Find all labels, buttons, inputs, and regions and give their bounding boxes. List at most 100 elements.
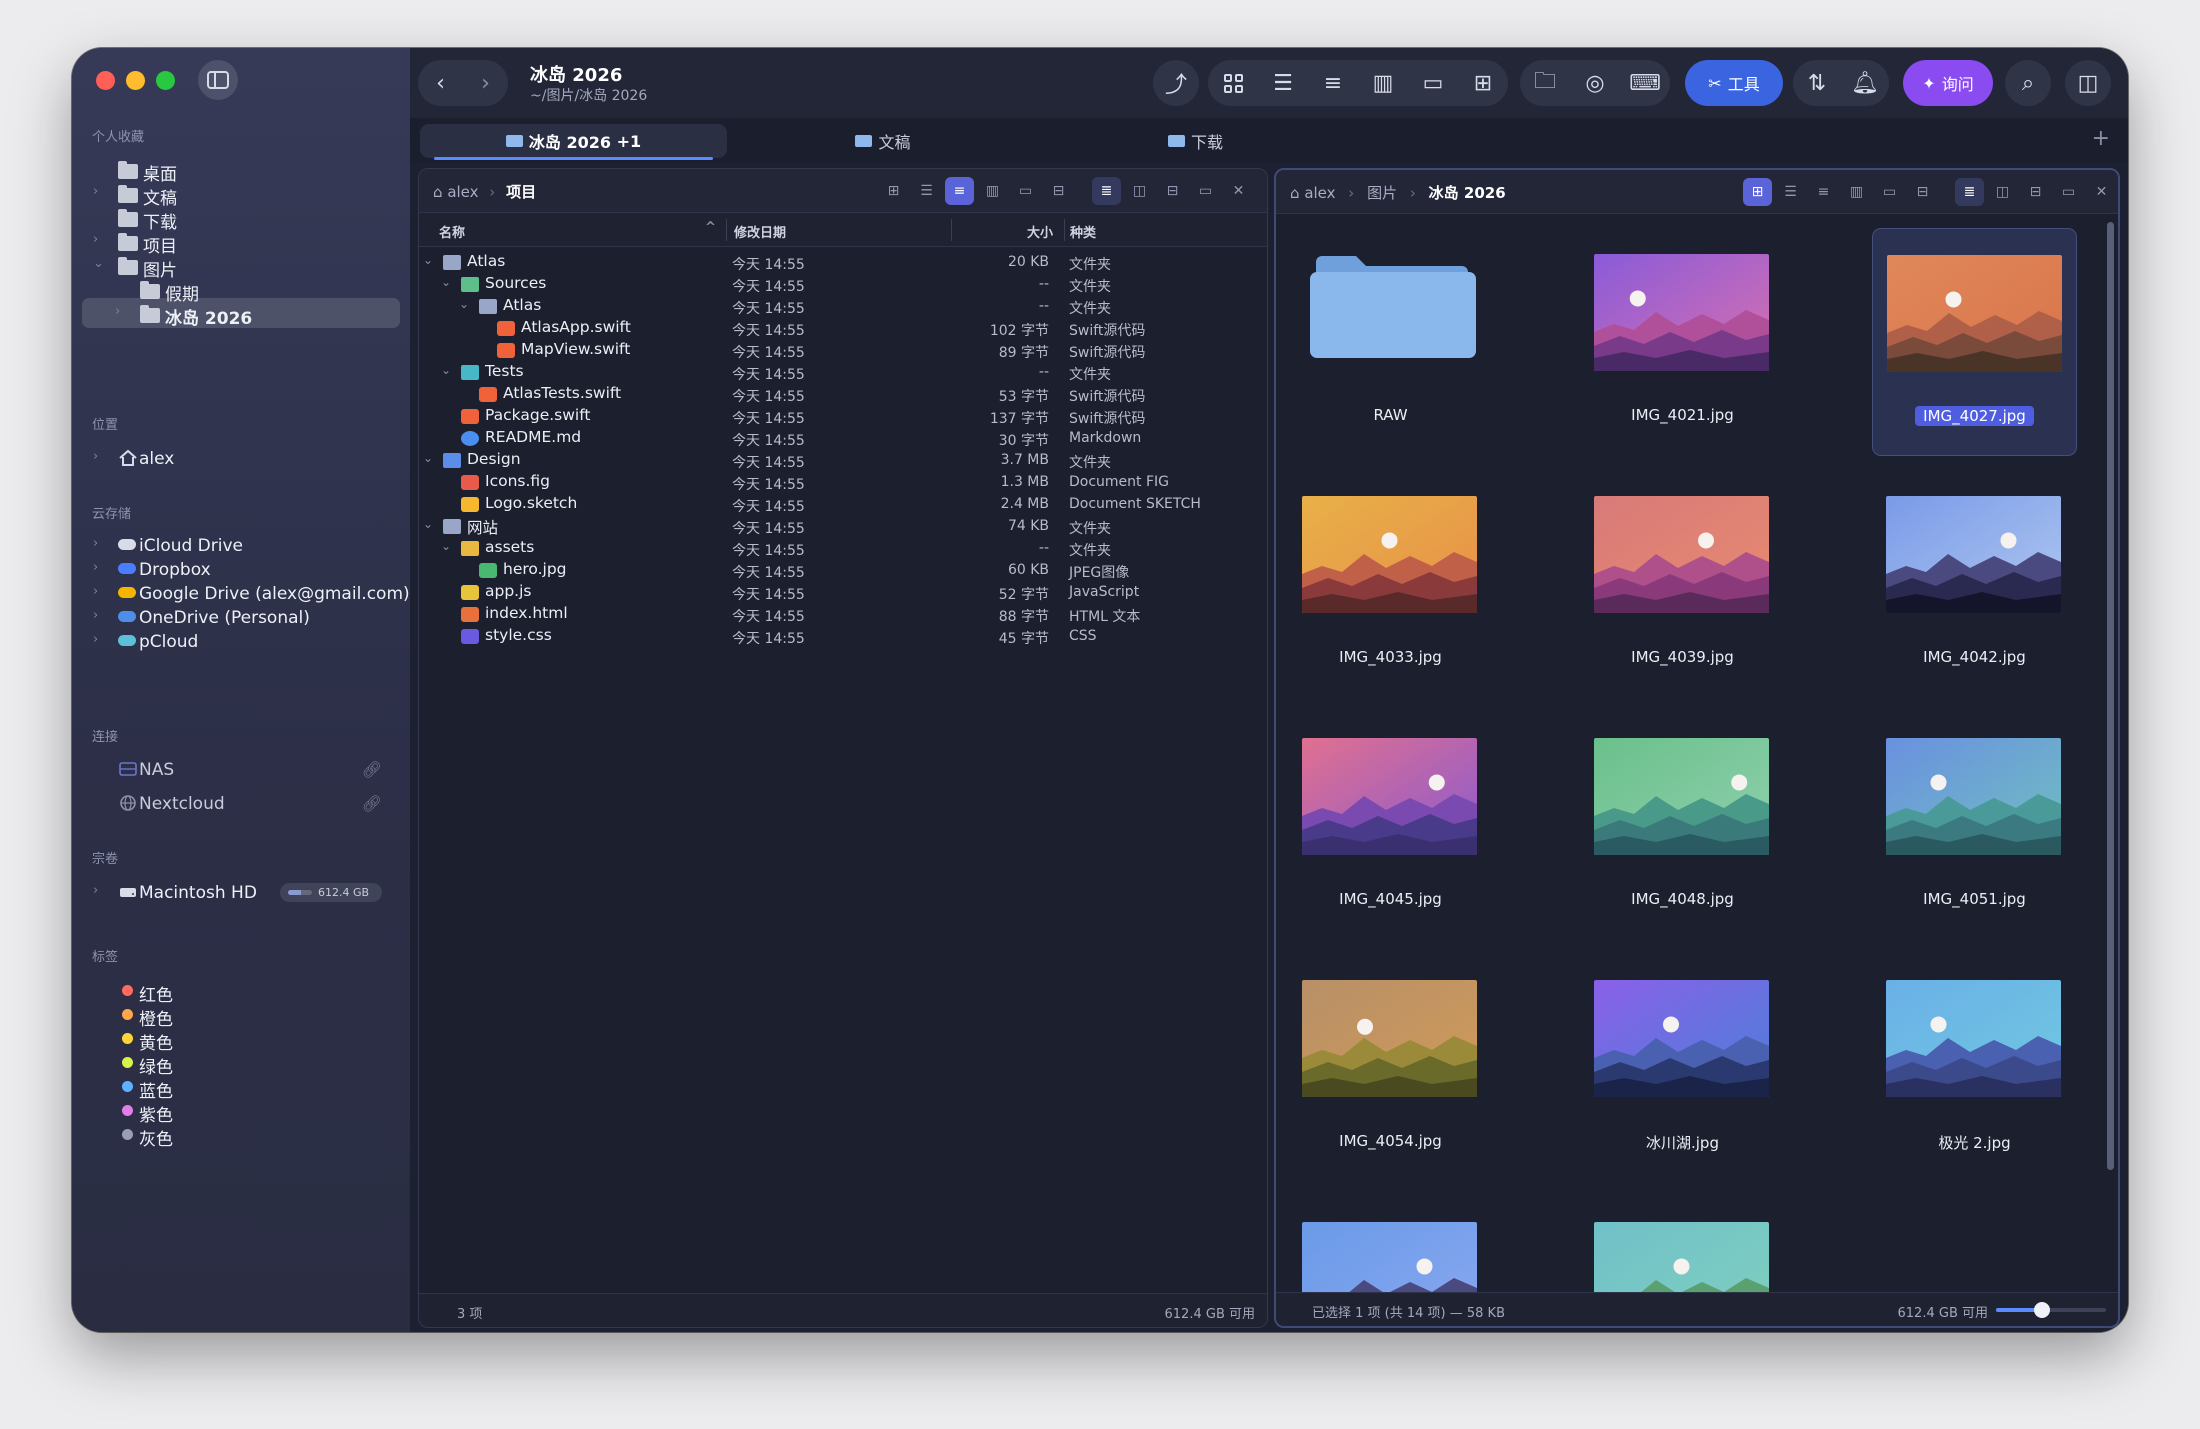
link-icon[interactable]: 🔗︎: [362, 760, 382, 779]
tab-downloads[interactable]: 下载: [1039, 124, 1352, 158]
enclosing-folder-button[interactable]: ⤴: [1153, 60, 1199, 106]
sidebar-item-pcloud[interactable]: › pCloud: [82, 626, 400, 656]
notifications-button[interactable]: 🔔︎: [1842, 60, 1888, 106]
inspector-toggle-button[interactable]: ◫: [2065, 60, 2111, 106]
breadcrumb-item[interactable]: 项目: [506, 183, 536, 201]
image-item[interactable]: IMG_4045.jpg: [1288, 712, 1493, 940]
transfer-button[interactable]: ⇅: [1794, 60, 1840, 106]
terminal-button[interactable]: ▭: [1191, 177, 1220, 205]
filter-button[interactable]: ≣: [1955, 178, 1984, 206]
list-view-button[interactable]: ☰: [1776, 178, 1805, 206]
back-button[interactable]: ‹: [418, 60, 463, 106]
chevron-right-icon[interactable]: ›: [115, 304, 120, 319]
column-view-button[interactable]: ▥: [1360, 60, 1406, 106]
gallery-view-button[interactable]: ▭: [1875, 178, 1904, 206]
name-column-header[interactable]: 名称: [439, 222, 465, 241]
split-vertical-button[interactable]: ◫: [1125, 177, 1154, 205]
split-horizontal-button[interactable]: ⊟: [1158, 177, 1187, 205]
image-item[interactable]: 极光 2.jpg: [1872, 954, 2077, 1182]
disclosure-triangle-icon[interactable]: ⌄: [423, 517, 433, 531]
image-item[interactable]: 冰川湖.jpg: [1580, 954, 1785, 1182]
chevron-right-icon[interactable]: ›: [93, 449, 98, 464]
list-view-button[interactable]: ☰: [912, 177, 941, 205]
image-item[interactable]: IMG_4054.jpg: [1288, 954, 1493, 1182]
outline-view-button[interactable]: ≡: [945, 177, 974, 205]
search-button[interactable]: ⌕: [2005, 60, 2051, 106]
disclosure-triangle-icon[interactable]: ⌄: [423, 253, 433, 267]
sidebar-item-macintosh-hd[interactable]: › Macintosh HD 612.4 GB: [82, 877, 400, 907]
split-vertical-button[interactable]: ◫: [1988, 178, 2017, 206]
chevron-right-icon[interactable]: ›: [93, 560, 98, 575]
breadcrumb-item[interactable]: 图片: [1367, 184, 1397, 202]
chevron-down-icon[interactable]: ⌄: [93, 256, 104, 271]
forward-button[interactable]: ›: [463, 60, 508, 106]
disclosure-triangle-icon[interactable]: ⌄: [441, 539, 451, 553]
tab-documents[interactable]: 文稿: [727, 124, 1039, 158]
image-item[interactable]: IMG_4021.jpg: [1580, 228, 1785, 456]
outline-view-button[interactable]: ≡: [1809, 178, 1838, 206]
zoom-slider-knob[interactable]: [2034, 1302, 2051, 1318]
image-item[interactable]: IMG_4042.jpg: [1872, 470, 2077, 698]
close-pane-button[interactable]: ✕: [1224, 177, 1253, 205]
chevron-right-icon[interactable]: ›: [93, 232, 98, 247]
chevron-right-icon[interactable]: ›: [93, 632, 98, 647]
sidebar-item-6[interactable]: › 冰岛 2026: [82, 298, 400, 329]
hidden-files-button[interactable]: ◎: [1572, 60, 1618, 106]
list-view-button[interactable]: ☰: [1260, 60, 1306, 106]
dense-grid-button[interactable]: ⊟: [1908, 178, 1937, 206]
gallery-view-button[interactable]: ▭: [1011, 177, 1040, 205]
terminal-button[interactable]: ▭: [2054, 178, 2083, 206]
image-item[interactable]: IMG_4039.jpg: [1580, 470, 1785, 698]
tab-iceland[interactable]: 冰岛 2026 +1: [420, 124, 727, 160]
new-tab-button[interactable]: +: [2092, 126, 2110, 151]
breadcrumb-item[interactable]: 冰岛 2026: [1429, 184, 1506, 202]
kind-column-header[interactable]: 种类: [1070, 222, 1096, 241]
new-folder-button[interactable]: 🗀︎: [1522, 60, 1568, 106]
dense-grid-button[interactable]: ⊟: [1044, 177, 1073, 205]
table-row[interactable]: style.css 今天 14:55 45 字节 CSS: [419, 621, 1267, 652]
chevron-right-icon[interactable]: ›: [93, 536, 98, 551]
icon-view-button[interactable]: [1210, 60, 1256, 106]
breadcrumb-item[interactable]: alex: [447, 183, 478, 201]
column-view-button[interactable]: ▥: [978, 177, 1007, 205]
sidebar-item-nextcloud[interactable]: Nextcloud 🔗︎: [82, 788, 400, 818]
zoom-slider[interactable]: [1996, 1302, 2106, 1318]
size-column-header[interactable]: 大小: [1027, 222, 1053, 241]
image-item[interactable]: [1288, 1196, 1493, 1292]
disclosure-triangle-icon[interactable]: ⌄: [441, 363, 451, 377]
disclosure-triangle-icon[interactable]: ⌄: [459, 297, 469, 311]
image-item[interactable]: IMG_4027.jpg: [1872, 228, 2077, 456]
filter-button[interactable]: ≣: [1092, 177, 1121, 205]
icon-view-button[interactable]: ⊞: [1743, 178, 1772, 206]
image-item[interactable]: [1580, 1196, 1785, 1292]
disclosure-triangle-icon[interactable]: ⌄: [423, 451, 433, 465]
chevron-right-icon[interactable]: ›: [93, 584, 98, 599]
folder-item[interactable]: RAW: [1288, 228, 1493, 456]
split-horizontal-button[interactable]: ⊟: [2021, 178, 2050, 206]
breadcrumb-item[interactable]: alex: [1304, 184, 1335, 202]
zoom-window-button[interactable]: [156, 71, 175, 90]
tools-button[interactable]: ✂︎ 工具: [1685, 60, 1783, 106]
disclosure-triangle-icon[interactable]: ⌄: [441, 275, 451, 289]
date-column-header[interactable]: 修改日期: [734, 222, 786, 241]
sort-ascending-icon[interactable]: ^: [705, 220, 716, 235]
ask-button[interactable]: ✦ 询问: [1903, 60, 1993, 106]
image-item[interactable]: IMG_4048.jpg: [1580, 712, 1785, 940]
sidebar-item-nas[interactable]: NAS 🔗︎: [82, 754, 400, 784]
sidebar-item-alex[interactable]: › alex: [82, 443, 400, 473]
chevron-right-icon[interactable]: ›: [93, 608, 98, 623]
sidebar-tag-item[interactable]: 灰色: [82, 1119, 400, 1150]
scrollbar[interactable]: [2107, 222, 2114, 1170]
close-pane-button[interactable]: ✕: [2087, 178, 2116, 206]
close-window-button[interactable]: [96, 71, 115, 90]
gallery-view-button[interactable]: ▭: [1410, 60, 1456, 106]
sidebar-toggle-button[interactable]: [198, 60, 238, 100]
outline-view-button[interactable]: ≡: [1310, 60, 1356, 106]
terminal-button[interactable]: ⌨︎: [1622, 60, 1668, 106]
link-icon[interactable]: 🔗︎: [362, 794, 382, 813]
image-item[interactable]: IMG_4033.jpg: [1288, 470, 1493, 698]
minimize-window-button[interactable]: [126, 71, 145, 90]
dense-grid-button[interactable]: ⊞: [1460, 60, 1506, 106]
chevron-right-icon[interactable]: ›: [93, 184, 98, 199]
column-view-button[interactable]: ▥: [1842, 178, 1871, 206]
